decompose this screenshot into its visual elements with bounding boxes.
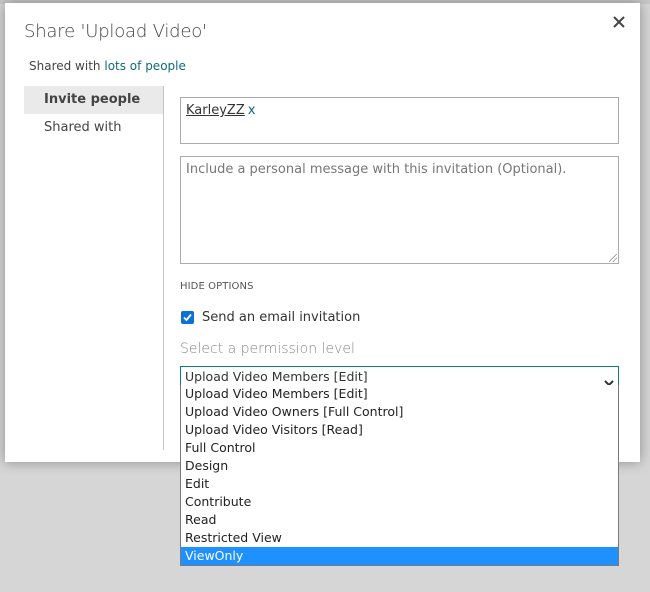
shared-with-prefix: Shared with	[29, 59, 101, 73]
shared-with-summary: Shared with lots of people	[29, 59, 186, 73]
remove-person-button[interactable]: x	[248, 103, 256, 118]
permission-option[interactable]: Read	[181, 511, 618, 529]
nav-divider	[163, 86, 164, 450]
permission-option[interactable]: Edit	[181, 475, 618, 493]
people-picker-input[interactable]: KarleyZZ x	[180, 97, 619, 144]
permission-option-highlighted[interactable]: ViewOnly	[181, 547, 618, 565]
person-chip: KarleyZZ x	[186, 103, 255, 118]
close-icon[interactable]	[611, 15, 627, 31]
permission-selected-value: Upload Video Members [Edit]	[185, 369, 368, 384]
permission-option[interactable]: Design	[181, 457, 618, 475]
permission-option[interactable]: Upload Video Members [Edit]	[181, 385, 618, 403]
side-nav: Invite people Shared with	[24, 86, 163, 142]
nav-invite-people[interactable]: Invite people	[24, 86, 163, 114]
person-name[interactable]: KarleyZZ	[186, 103, 245, 118]
dialog-title: Share 'Upload Video'	[24, 21, 207, 42]
permission-option[interactable]: Full Control	[181, 439, 618, 457]
permission-option[interactable]: Upload Video Visitors [Read]	[181, 421, 618, 439]
resize-grip-icon[interactable]	[609, 254, 617, 262]
send-email-checkbox[interactable]	[181, 311, 194, 324]
permission-option[interactable]: Upload Video Owners [Full Control]	[181, 403, 618, 421]
permission-dropdown-list: Upload Video Members [Edit] Upload Video…	[180, 385, 619, 566]
permission-option[interactable]: Restricted View	[181, 529, 618, 547]
message-placeholder: Include a personal message with this inv…	[186, 162, 567, 177]
hide-options-link[interactable]: HIDE OPTIONS	[180, 281, 254, 292]
personal-message-textarea[interactable]: Include a personal message with this inv…	[180, 156, 619, 264]
permission-level-label: Select a permission level	[180, 341, 355, 357]
permission-option[interactable]: Contribute	[181, 493, 618, 511]
send-email-label[interactable]: Send an email invitation	[202, 310, 360, 325]
lots-of-people-link[interactable]: lots of people	[104, 59, 186, 73]
nav-shared-with[interactable]: Shared with	[24, 114, 163, 142]
